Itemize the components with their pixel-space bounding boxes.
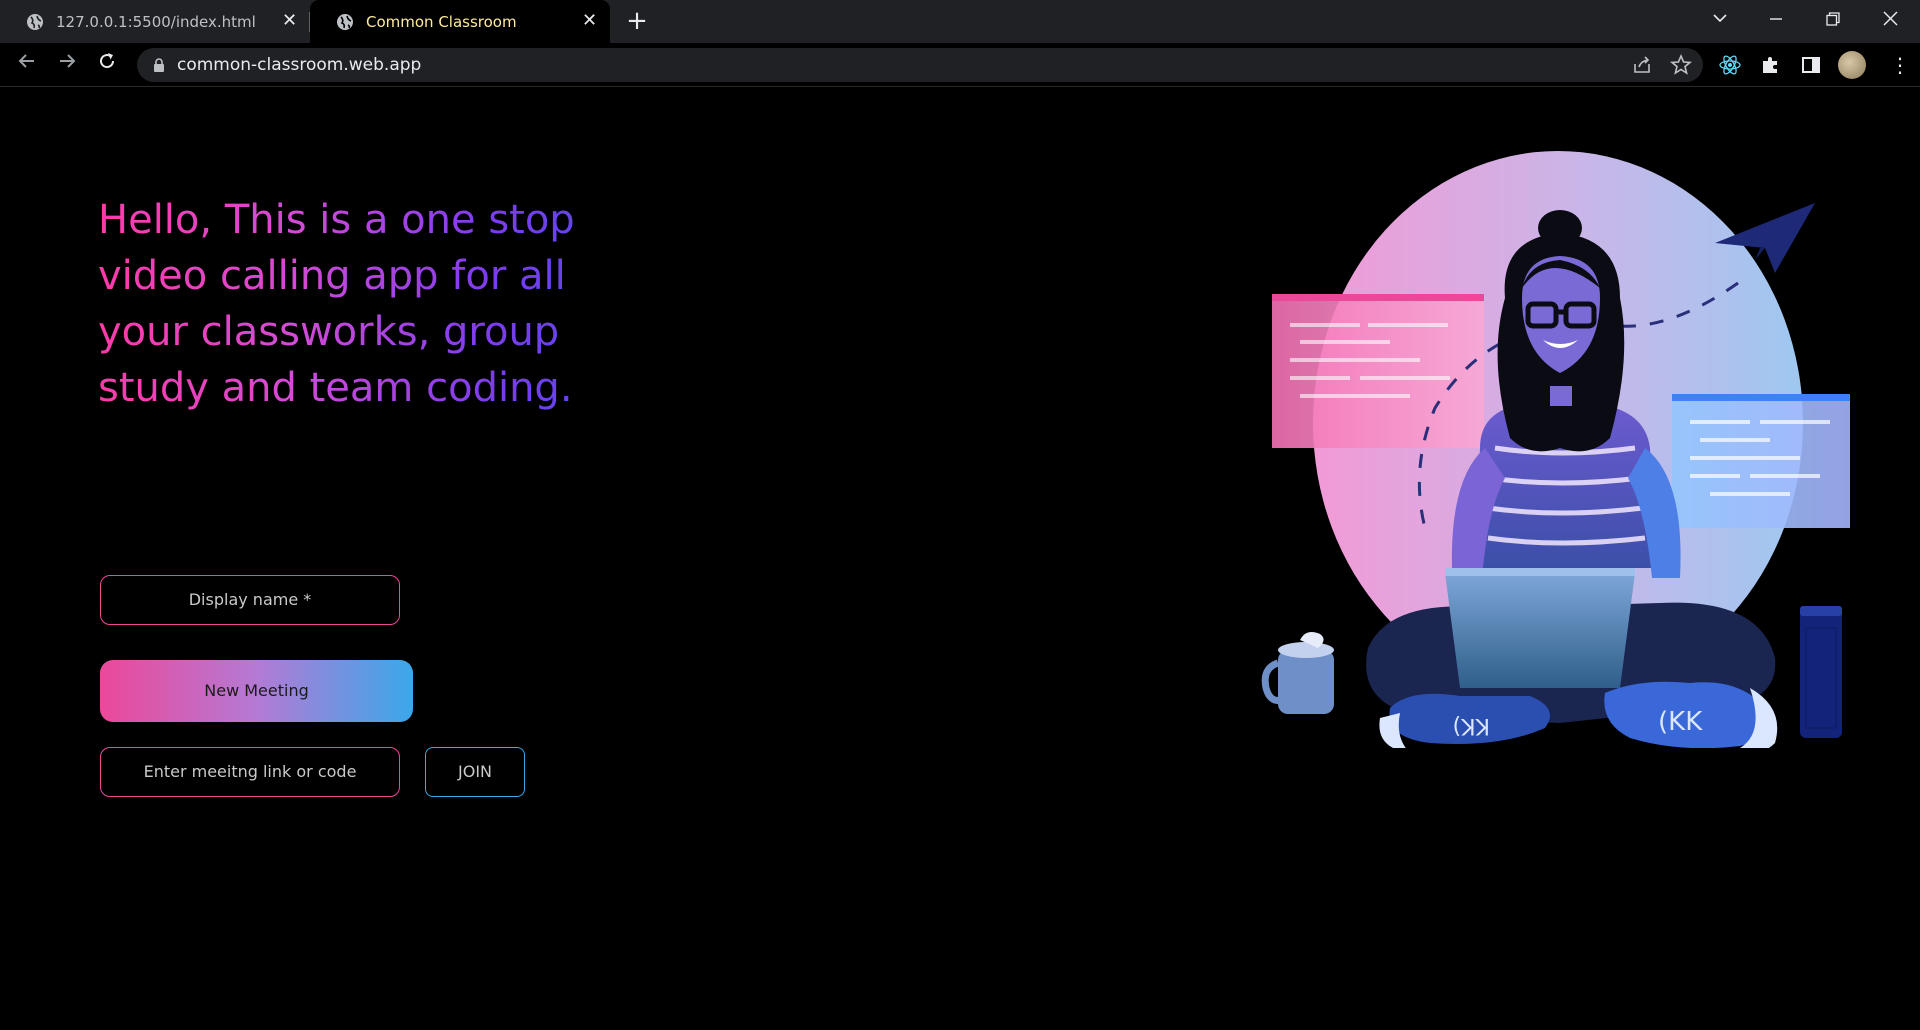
lock-icon (154, 58, 164, 72)
restore-icon[interactable] (1813, 6, 1853, 36)
forward-arrow-icon[interactable] (52, 50, 82, 80)
profile-avatar[interactable] (1838, 51, 1866, 79)
tab-title: Common Classroom (366, 12, 517, 31)
new-meeting-button[interactable]: New Meeting (100, 660, 413, 722)
right-shoe: (KK (1604, 681, 1778, 748)
code-window-pink (1272, 294, 1484, 448)
back-arrow-icon[interactable] (12, 50, 42, 80)
tab-local-index[interactable]: 127.0.0.1:5500/index.html ✕ (0, 0, 310, 43)
code-window-blue (1672, 394, 1850, 528)
bottle-icon (1800, 606, 1842, 738)
share-icon[interactable] (1630, 53, 1654, 77)
new-tab-icon[interactable]: + (624, 8, 650, 34)
puzzle-icon[interactable] (1759, 53, 1783, 77)
tab-close-icon[interactable]: ✕ (282, 12, 297, 30)
url-text[interactable]: common-classroom.web.app (177, 54, 421, 76)
kebab-menu-icon[interactable]: ⋮ (1890, 53, 1910, 77)
address-bar[interactable]: common-classroom.web.app (137, 48, 1703, 82)
reload-icon[interactable] (92, 50, 122, 80)
hero-illustration: KK) (KK (1261, 151, 1850, 748)
sneaker-text: (KK (1658, 707, 1703, 737)
side-panel-icon[interactable] (1799, 53, 1823, 77)
star-icon[interactable] (1669, 53, 1693, 77)
mug-icon (1261, 632, 1334, 714)
tab-close-icon[interactable]: ✕ (582, 12, 597, 30)
hero-heading: Hello, This is a one stop video calling … (98, 192, 658, 416)
svg-text:KK): KK) (1453, 713, 1490, 738)
tab-search-icon[interactable] (1700, 6, 1740, 36)
display-name-input[interactable]: Display name * (100, 575, 400, 625)
react-icon[interactable] (1718, 53, 1742, 77)
globe-icon (27, 13, 43, 30)
join-button[interactable]: JOIN (425, 747, 525, 797)
close-window-icon[interactable] (1870, 6, 1910, 36)
meeting-link-input[interactable]: Enter meeitng link or code (100, 747, 400, 797)
laptop-icon (1445, 568, 1635, 688)
page-content: Hello, This is a one stop video calling … (0, 88, 1920, 1030)
globe-icon (337, 13, 353, 30)
browser-toolbar: common-classroom.web.app ⋮ (0, 43, 1920, 87)
left-shoe: KK) (1379, 693, 1550, 748)
tab-strip: 127.0.0.1:5500/index.html ✕ Common Class… (0, 0, 1920, 43)
tab-title: 127.0.0.1:5500/index.html (56, 12, 256, 31)
minimize-icon[interactable] (1756, 6, 1796, 36)
tab-common-classroom[interactable]: Common Classroom ✕ (310, 0, 610, 43)
